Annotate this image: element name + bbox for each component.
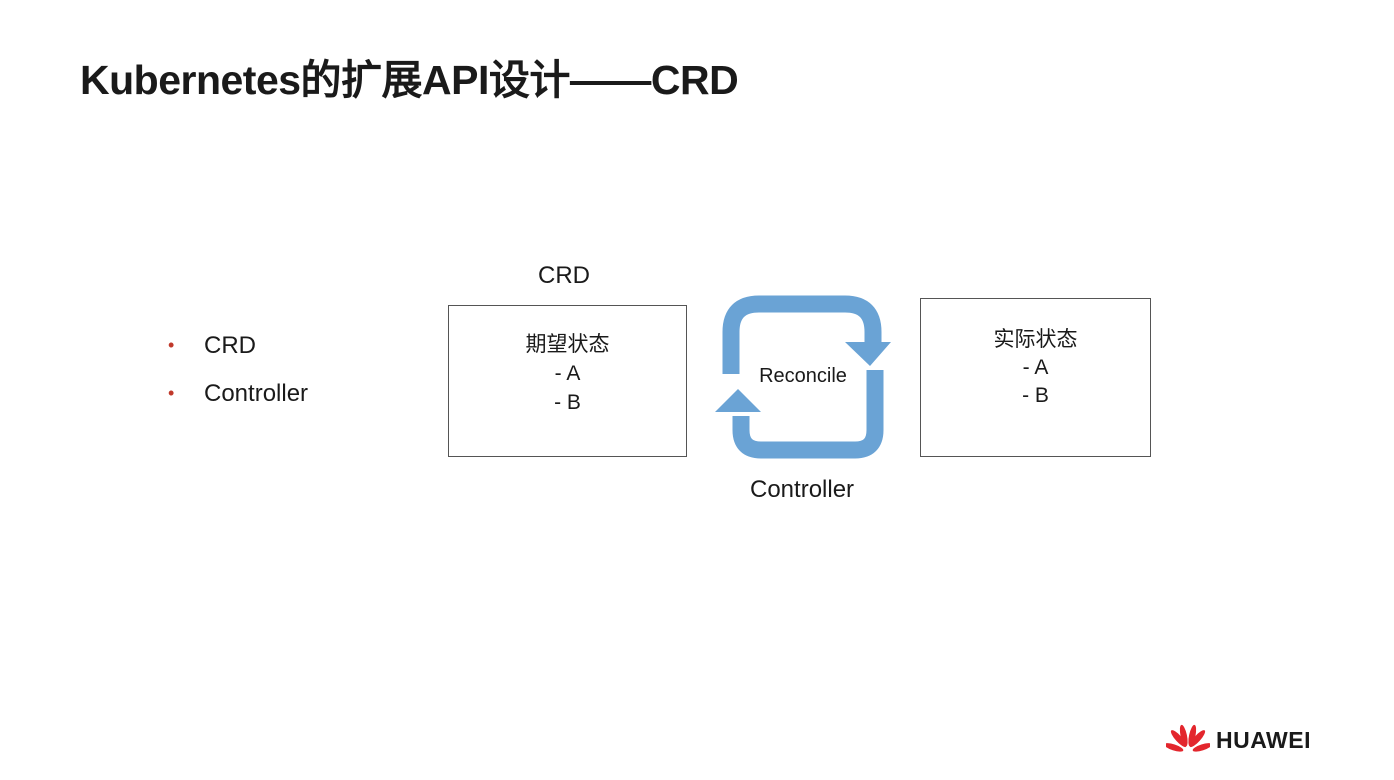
reconcile-label: Reconcile — [759, 365, 847, 387]
desired-state-box: 期望状态 - A - B — [448, 305, 687, 457]
list-item-label: CRD — [204, 332, 256, 359]
actual-state-title: 实际状态 — [993, 328, 1078, 351]
bullet-list: • CRD • Controller — [168, 322, 308, 418]
brand-name: HUAWEI — [1216, 726, 1311, 753]
bullet-marker: • — [168, 334, 175, 355]
actual-state-box: 实际状态 - A - B — [920, 298, 1151, 457]
huawei-petal-logo-icon — [1166, 724, 1210, 752]
list-item-crd: • CRD — [168, 322, 308, 370]
reconcile-cycle: Reconcile — [712, 292, 894, 464]
page-title: Kubernetes的扩展API设计——CRD — [80, 57, 739, 103]
desired-state-title: 期望状态 — [525, 333, 610, 356]
list-item-controller: • Controller — [168, 370, 308, 418]
desired-state-item: - B — [554, 391, 581, 414]
actual-state-item: - B — [1022, 384, 1049, 407]
crd-caption: CRD — [538, 262, 590, 289]
bullet-marker: • — [168, 382, 175, 403]
desired-state-item: - A — [554, 362, 581, 385]
controller-caption: Controller — [750, 476, 855, 503]
list-item-label: Controller — [204, 380, 309, 407]
huawei-logo: HUAWEI — [1166, 722, 1311, 758]
actual-state-item: - A — [1022, 356, 1049, 379]
